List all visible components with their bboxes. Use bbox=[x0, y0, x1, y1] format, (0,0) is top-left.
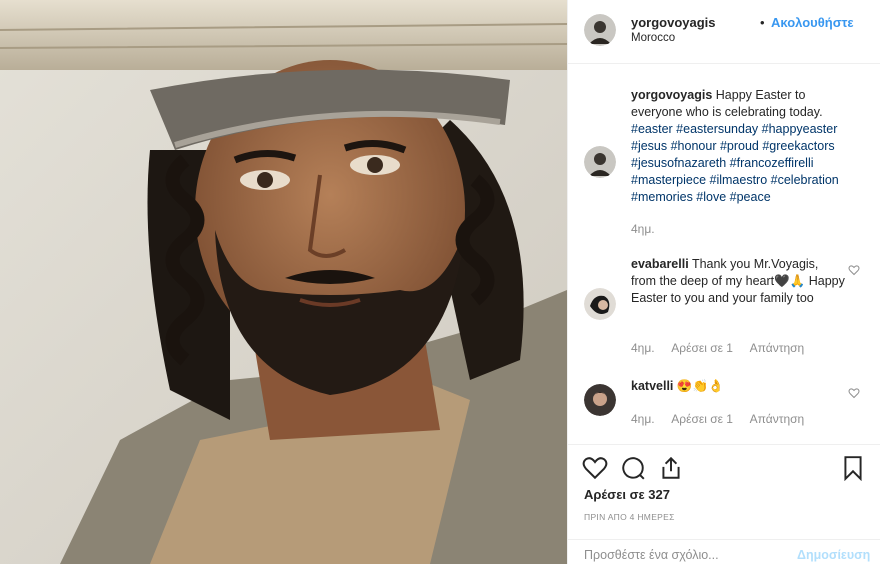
like-comment-heart-icon[interactable] bbox=[848, 387, 860, 399]
comment-2: katvelli 😍👏👌 bbox=[631, 378, 846, 395]
follow-button[interactable]: Ακολουθήστε bbox=[771, 15, 854, 30]
location-link[interactable]: Morocco bbox=[631, 32, 675, 44]
heart-icon[interactable] bbox=[582, 455, 608, 481]
likes-count[interactable]: Αρέσει σε 327 bbox=[584, 487, 670, 502]
caption-time[interactable]: 4ημ. bbox=[631, 222, 655, 236]
post-side-panel: yorgovoyagis • Ακολουθήστε Morocco yorgo… bbox=[567, 0, 880, 564]
reply-button[interactable]: Απάντηση bbox=[750, 341, 805, 355]
caption-text: yorgovoyagis Happy Easter to everyone wh… bbox=[631, 87, 846, 206]
share-icon[interactable] bbox=[658, 455, 684, 481]
comment-1: evabarelli Thank you Mr.Voyagis, from th… bbox=[631, 256, 846, 307]
commenter-avatar[interactable] bbox=[584, 288, 616, 320]
comment-username[interactable]: katvelli bbox=[631, 379, 673, 393]
comment-1-meta: 4ημ. Αρέσει σε 1 Απάντηση bbox=[631, 341, 818, 355]
post-actions: Αρέσει σε 327 ΠΡΙΝ ΑΠΟ 4 ΗΜΕΡΕΣ Δημοσίευ… bbox=[568, 444, 880, 562]
commenter-avatar[interactable] bbox=[584, 384, 616, 416]
comment-icon[interactable] bbox=[620, 455, 646, 481]
comment-time[interactable]: 4ημ. bbox=[631, 412, 655, 426]
reply-button[interactable]: Απάντηση bbox=[750, 412, 805, 426]
like-comment-heart-icon[interactable] bbox=[848, 264, 860, 276]
post-age[interactable]: ΠΡΙΝ ΑΠΟ 4 ΗΜΕΡΕΣ bbox=[584, 512, 675, 522]
post-comment-button[interactable]: Δημοσίευση bbox=[797, 548, 870, 562]
caption-username[interactable]: yorgovoyagis bbox=[631, 88, 712, 102]
comment-text: 😍👏👌 bbox=[676, 379, 724, 393]
comment-2-meta: 4ημ. Αρέσει σε 1 Απάντηση bbox=[631, 412, 818, 426]
caption-meta: 4ημ. bbox=[631, 222, 669, 236]
comment-time[interactable]: 4ημ. bbox=[631, 341, 655, 355]
comment-likes[interactable]: Αρέσει σε 1 bbox=[671, 412, 733, 426]
comment-likes[interactable]: Αρέσει σε 1 bbox=[671, 341, 733, 355]
caption-avatar[interactable] bbox=[584, 146, 616, 178]
header-separator: • bbox=[760, 15, 765, 30]
caption-hashtags[interactable]: #easter #eastersunday #happyeaster #jesu… bbox=[631, 122, 839, 204]
bookmark-icon[interactable] bbox=[840, 455, 866, 481]
portrait-illustration bbox=[0, 0, 567, 564]
post-header: yorgovoyagis • Ακολουθήστε Morocco bbox=[568, 0, 880, 64]
post-photo[interactable] bbox=[0, 0, 567, 564]
author-avatar[interactable] bbox=[584, 14, 616, 46]
instagram-post: yorgovoyagis • Ακολουθήστε Morocco yorgo… bbox=[0, 0, 880, 564]
add-comment-bar: Δημοσίευση bbox=[568, 539, 880, 563]
comment-username[interactable]: evabarelli bbox=[631, 257, 689, 271]
author-username[interactable]: yorgovoyagis bbox=[631, 15, 716, 30]
comment-input[interactable] bbox=[584, 548, 784, 562]
